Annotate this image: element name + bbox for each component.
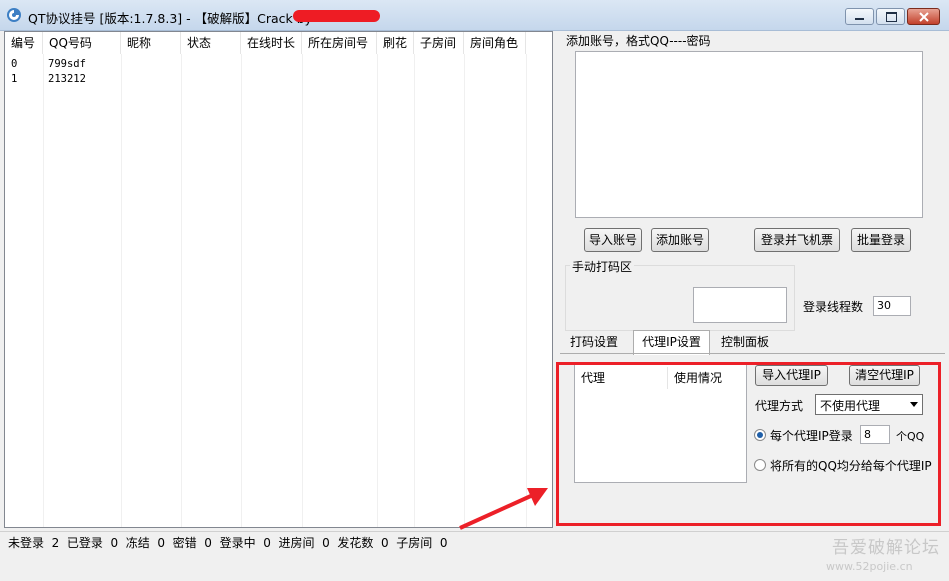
add-account-label: 添加账号，格式QQ----密码 [566,34,711,48]
close-icon [919,12,929,22]
close-button[interactable] [907,8,940,25]
add-accounts-button[interactable]: 添加账号 [651,228,709,252]
account-table[interactable]: 编号 QQ号码 昵称 状态 在线时长 所在房间号 刷花 子房间 房间角色 0 7… [4,31,553,528]
column-header-status[interactable]: 状态 [181,32,241,54]
threads-label: 登录线程数 [803,300,864,314]
tab-proxy-settings[interactable]: 代理IP设置 [633,330,710,355]
maximize-icon [886,12,897,22]
account-textarea[interactable] [575,51,923,218]
highlight-box [556,362,941,526]
batch-login-button[interactable]: 批量登录 [851,228,911,252]
redaction-mark [293,10,380,22]
column-header-flowers[interactable]: 刷花 [377,32,414,54]
status-text: 未登录 2 已登录 0 冻结 0 密错 0 登录中 0 进房间 0 发花数 0 … [8,536,448,550]
column-header-room[interactable]: 所在房间号 [302,32,377,54]
tab-divider [560,353,945,354]
minimize-icon [855,18,864,20]
column-header-role[interactable]: 房间角色 [464,32,526,54]
cell-id: 0 [11,58,18,70]
column-header-subroom[interactable]: 子房间 [414,32,464,54]
threads-input[interactable]: 30 [873,296,911,316]
cell-id: 1 [11,73,18,85]
maximize-button[interactable] [876,8,905,25]
watermark-url: www.52pojie.cn [826,560,913,573]
column-header-online-time[interactable]: 在线时长 [241,32,302,54]
app-icon [7,8,21,22]
cell-qq: 799sdf [48,58,86,70]
column-header-nickname[interactable]: 昵称 [121,32,181,54]
annotation-arrow [459,488,548,530]
column-header-qq[interactable]: QQ号码 [43,32,121,54]
import-accounts-button[interactable]: 导入账号 [584,228,642,252]
tab-control-panel[interactable]: 控制面板 [716,331,774,353]
captcha-group-label: 手动打码区 [570,258,635,275]
minimize-button[interactable] [845,8,874,25]
captcha-image-box[interactable] [693,287,787,323]
tab-captcha-settings[interactable]: 打码设置 [565,331,623,353]
column-header-id[interactable]: 编号 [5,32,43,54]
window-title: QT协议挂号 [版本:1.7.8.3] - 【破解版】Crack by [28,11,313,26]
status-bar: 未登录 2 已登录 0 冻结 0 密错 0 登录中 0 进房间 0 发花数 0 … [0,531,949,554]
login-and-ticket-button[interactable]: 登录并飞机票 [754,228,840,252]
watermark-text: 吾爱破解论坛 [832,538,940,558]
cell-qq: 213212 [48,73,86,85]
